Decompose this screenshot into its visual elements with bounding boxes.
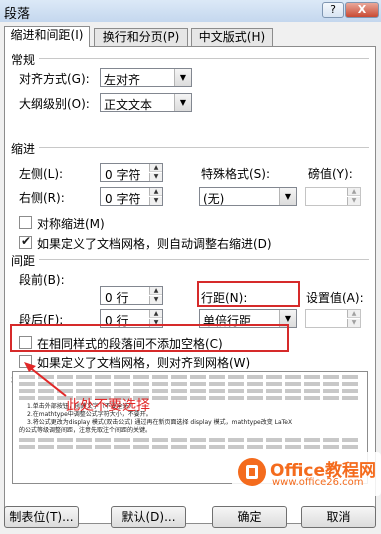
space-before-spinner[interactable]: 0 行 ▲ ▼ (100, 286, 163, 305)
space-before-value: 0 行 (105, 291, 129, 305)
spin-up-icon[interactable]: ▲ (149, 310, 162, 318)
cancel-button[interactable]: 取消 (301, 506, 376, 528)
preview-text-line: 的公式等级调整间距，注意先取注个间距的关键。 (19, 427, 152, 434)
mirror-indents-checkbox[interactable] (19, 216, 32, 229)
tab-line-page-breaks[interactable]: 换行和分页(P) (94, 28, 188, 47)
setting-value-label: 设置值(A): (306, 291, 364, 305)
setting-value-spinner[interactable]: ▲ ▼ (305, 309, 361, 328)
spin-down-icon[interactable]: ▼ (149, 197, 162, 205)
measure-spinner[interactable]: ▲ ▼ (305, 187, 361, 206)
preview-line (19, 382, 361, 386)
general-heading: 常规 (11, 53, 36, 67)
spin-up-icon: ▲ (347, 310, 360, 318)
checkmark-icon: ✔ (21, 234, 32, 248)
measure-label: 磅值(Y): (308, 167, 353, 181)
spin-down-icon: ▼ (347, 319, 360, 327)
general-separator (39, 58, 369, 59)
preview-line (19, 445, 361, 449)
watermark-url: www.office26.com (272, 477, 364, 488)
spacing-heading: 间距 (11, 254, 36, 268)
title-bar: 段落 ? X (0, 0, 381, 22)
right-indent-spinner[interactable]: 0 字符 ▲ ▼ (100, 187, 163, 206)
auto-adjust-right-indent-checkbox[interactable]: ✔ (19, 234, 32, 249)
mirror-indents-label: 对称缩进(M) (37, 217, 105, 231)
chevron-down-icon: ▼ (279, 188, 296, 205)
special-indent-value: (无) (203, 192, 225, 206)
close-button[interactable]: X (345, 2, 379, 18)
help-button[interactable]: ? (322, 2, 344, 18)
right-indent-label: 右侧(R): (19, 191, 65, 205)
left-indent-label: 左侧(L): (19, 167, 64, 181)
watermark: Office教程网 www.office26.com (232, 452, 381, 496)
tab-indent-spacing[interactable]: 缩进和间距(I) (4, 26, 90, 47)
spin-up-icon: ▲ (347, 188, 360, 196)
annotation-note: 此处不要选择 (66, 398, 150, 414)
spacing-separator (39, 259, 369, 260)
spin-down-icon[interactable]: ▼ (149, 173, 162, 181)
spin-up-icon[interactable]: ▲ (149, 164, 162, 172)
snap-to-grid-highlight (10, 324, 289, 352)
spin-up-icon[interactable]: ▲ (149, 287, 162, 295)
alignment-value: 左对齐 (104, 73, 141, 87)
right-indent-value: 0 字符 (105, 192, 141, 206)
left-indent-value: 0 字符 (105, 168, 141, 182)
set-default-button[interactable]: 默认(D)... (111, 506, 186, 528)
special-indent-select[interactable]: (无) ▼ (199, 187, 297, 206)
spin-down-icon: ▼ (347, 197, 360, 205)
spin-up-icon[interactable]: ▲ (149, 188, 162, 196)
indent-separator (39, 147, 369, 148)
tabs-button[interactable]: 制表位(T)... (4, 506, 79, 528)
indent-heading: 缩进 (11, 142, 36, 156)
space-before-label: 段前(B): (19, 273, 65, 287)
left-indent-spinner[interactable]: 0 字符 ▲ ▼ (100, 163, 163, 182)
ok-button[interactable]: 确定 (212, 506, 287, 528)
auto-adjust-right-indent-label: 如果定义了文档网格，则自动调整右缩进(D) (37, 237, 272, 251)
chevron-down-icon: ▼ (174, 94, 191, 111)
tab-asian-typography[interactable]: 中文版式(H) (191, 28, 273, 47)
preview-line (19, 375, 361, 379)
line-spacing-highlight (197, 281, 300, 307)
preview-text-line: 3.将公式更改为display 模式(双击公式) 通过再在新页面选择 displ… (27, 419, 293, 426)
outline-level-label: 大纲级别(O): (19, 97, 90, 111)
special-indent-label: 特殊格式(S): (201, 167, 271, 181)
window-title: 段落 (4, 7, 31, 22)
spin-down-icon[interactable]: ▼ (149, 296, 162, 304)
alignment-select[interactable]: 左对齐 ▼ (100, 68, 192, 87)
office-logo-icon (238, 458, 266, 486)
alignment-label: 对齐方式(G): (19, 72, 90, 86)
outline-level-select[interactable]: 正文文本 ▼ (100, 93, 192, 112)
chevron-down-icon: ▼ (174, 69, 191, 86)
outline-level-value: 正文文本 (104, 98, 153, 112)
preview-line (19, 438, 361, 442)
annotation-arrow-icon (24, 362, 67, 397)
preview-line (19, 389, 361, 393)
